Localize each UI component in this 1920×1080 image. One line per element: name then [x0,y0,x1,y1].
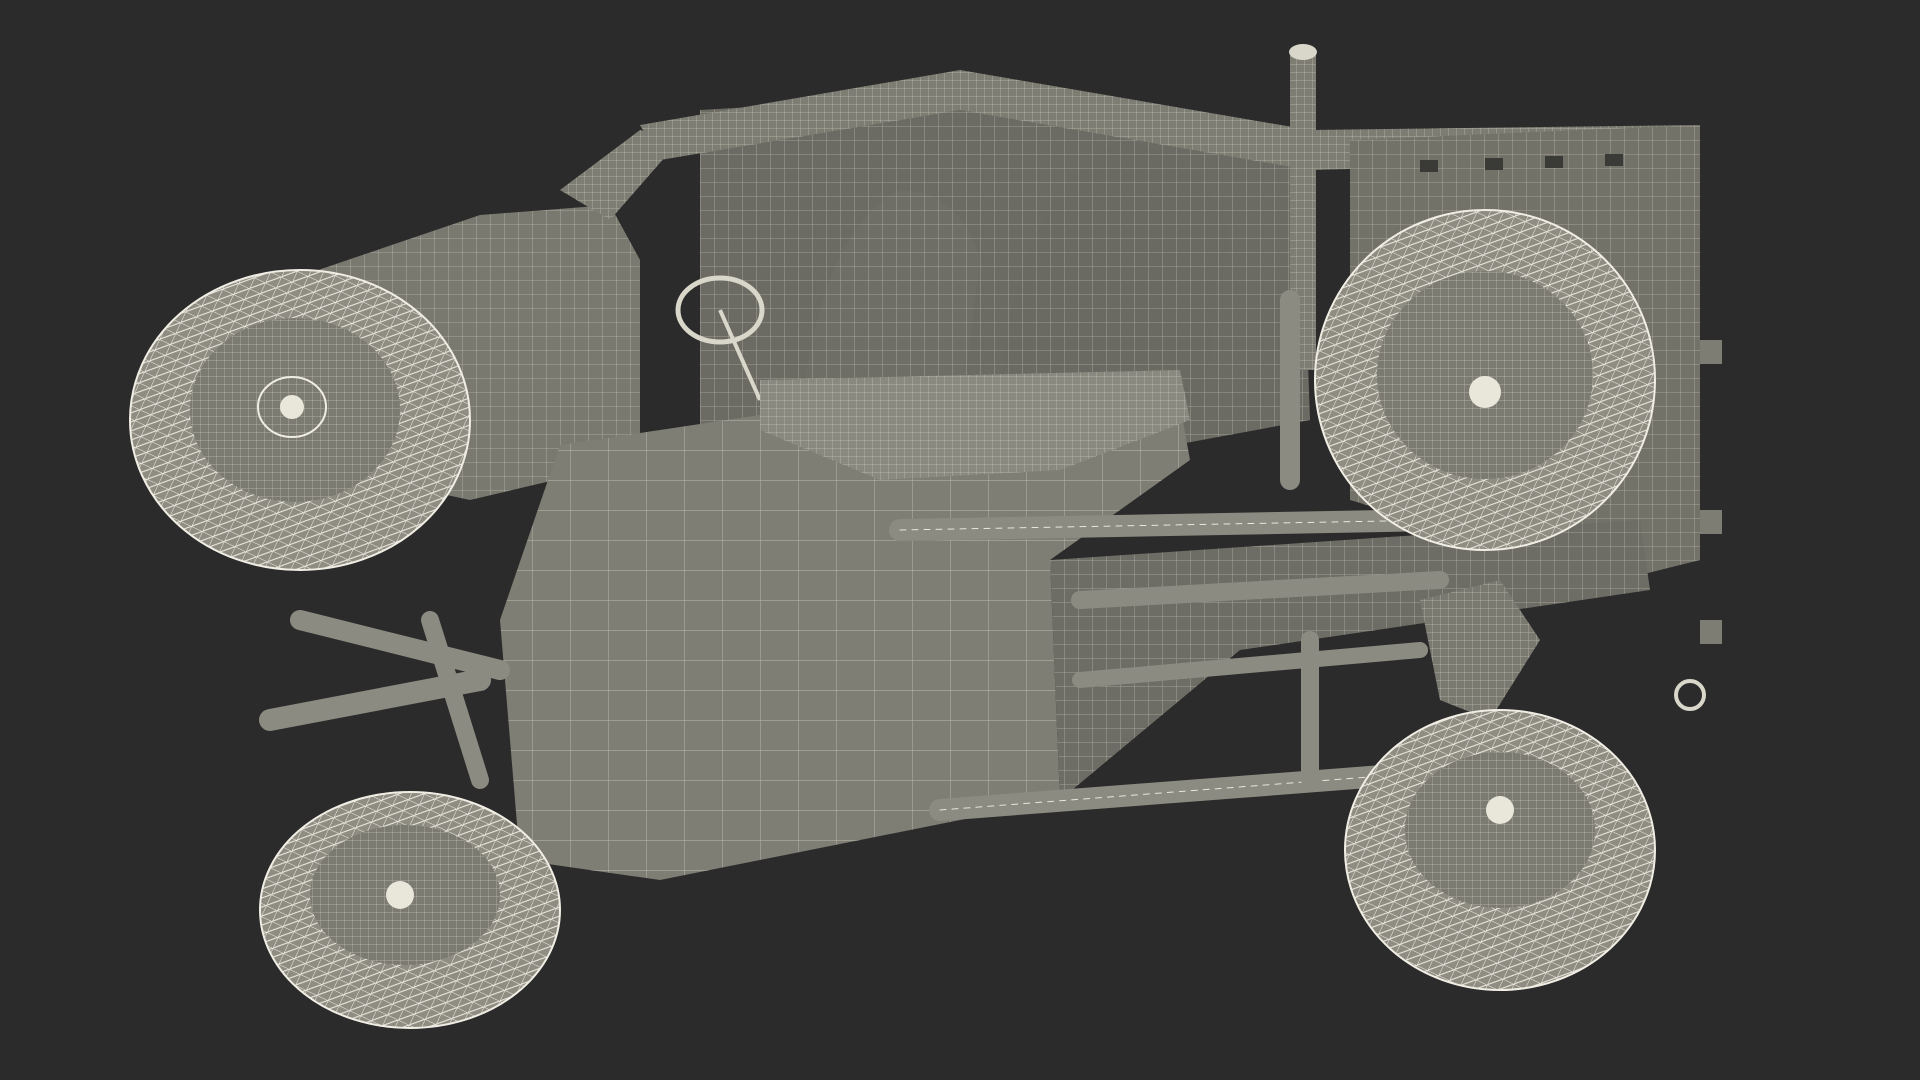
rear-wheel-bottom [1344,709,1656,991]
front-wheel-top [129,269,471,571]
rear-wheel-top [1314,209,1656,551]
front-wheel-bottom [259,791,561,1029]
render-viewport [0,0,1920,1080]
utv-wireframe-render [129,44,1722,1029]
